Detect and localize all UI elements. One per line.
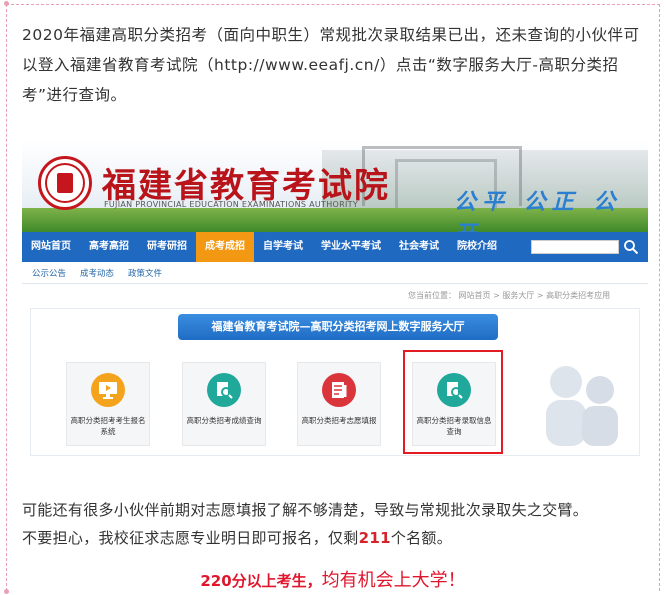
paragraph-remaining-slots: 不要担心，我校征求志愿专业明日即可报名，仅剩211个名额。 xyxy=(22,526,452,550)
nav-item-zixue[interactable]: 自学考试 xyxy=(254,232,312,262)
search-icon[interactable] xyxy=(623,239,639,255)
nav-item-gaokao[interactable]: 高考高招 xyxy=(80,232,138,262)
customer-service-illustration-icon xyxy=(546,366,618,446)
subnav-item-notices[interactable]: 公示公告 xyxy=(32,267,66,279)
site-banner: 福建省教育考试院 FUJIAN PROVINCIAL EDUCATION EXA… xyxy=(22,140,648,232)
card-score-query[interactable]: 高职分类招考成绩查询 xyxy=(182,362,266,446)
card-registration[interactable]: 高职分类招考考生报名系统 xyxy=(66,362,150,446)
para-text-after: 个名额。 xyxy=(390,529,453,547)
site-logo-icon xyxy=(38,156,92,210)
service-hall-title: 福建省教育考试院—高职分类招考网上数字服务大厅 xyxy=(178,314,498,340)
form-fill-icon xyxy=(322,373,356,407)
nav-item-home[interactable]: 网站首页 xyxy=(22,232,80,262)
nav-item-yuanxiao[interactable]: 院校介绍 xyxy=(448,232,506,262)
highlight-box xyxy=(403,350,503,454)
remaining-count: 211 xyxy=(358,529,391,547)
search-input[interactable] xyxy=(531,240,619,254)
nav-item-yankao[interactable]: 研考研招 xyxy=(138,232,196,262)
main-nav: 网站首页 高考高招 研考研招 成考成招 自学考试 学业水平考试 社会考试 院校介… xyxy=(22,232,648,262)
subnav-item-news[interactable]: 成考动态 xyxy=(80,267,114,279)
sub-nav: 公示公告 成考动态 政策文件 xyxy=(22,262,648,284)
call-to-action: 220分以上考生，均有机会上大学！ xyxy=(0,566,666,592)
cta-slogan: 均有机会上大学！ xyxy=(321,570,466,591)
card-label: 高职分类招考考生报名系统 xyxy=(70,416,146,436)
card-label: 高职分类招考志愿填报 xyxy=(301,416,377,425)
intro-paragraph: 2020年福建高职分类招考（面向中职生）常规批次录取结果已出，还未查询的小伙伴可… xyxy=(22,26,640,104)
breadcrumb: 您当前位置： 网站首页 > 服务大厅 > 高职分类招考应用 xyxy=(408,291,611,300)
monitor-icon xyxy=(91,373,125,407)
card-application[interactable]: 高职分类招考志愿填报 xyxy=(297,362,381,446)
document-search-icon xyxy=(207,373,241,407)
nav-item-xueye[interactable]: 学业水平考试 xyxy=(312,232,390,262)
website-screenshot: 福建省教育考试院 FUJIAN PROVINCIAL EDUCATION EXA… xyxy=(22,140,648,458)
site-slogan: 公平 公正 公开 xyxy=(454,189,622,232)
nav-item-shehui[interactable]: 社会考试 xyxy=(390,232,448,262)
site-subtitle: FUJIAN PROVINCIAL EDUCATION EXAMINATIONS… xyxy=(104,200,358,209)
paragraph-missed-admission: 可能还有很多小伙伴前期对志愿填报了解不够清楚，导致与常规批次录取失之交臂。 xyxy=(22,501,589,519)
para-text-before: 不要担心，我校征求志愿专业明日即可报名，仅剩 xyxy=(22,529,359,547)
subnav-item-policy[interactable]: 政策文件 xyxy=(128,267,162,279)
cta-score-requirement: 220分以上考生， xyxy=(200,572,322,590)
nav-item-chengkao[interactable]: 成考成招 xyxy=(196,232,254,262)
card-label: 高职分类招考成绩查询 xyxy=(186,416,262,425)
